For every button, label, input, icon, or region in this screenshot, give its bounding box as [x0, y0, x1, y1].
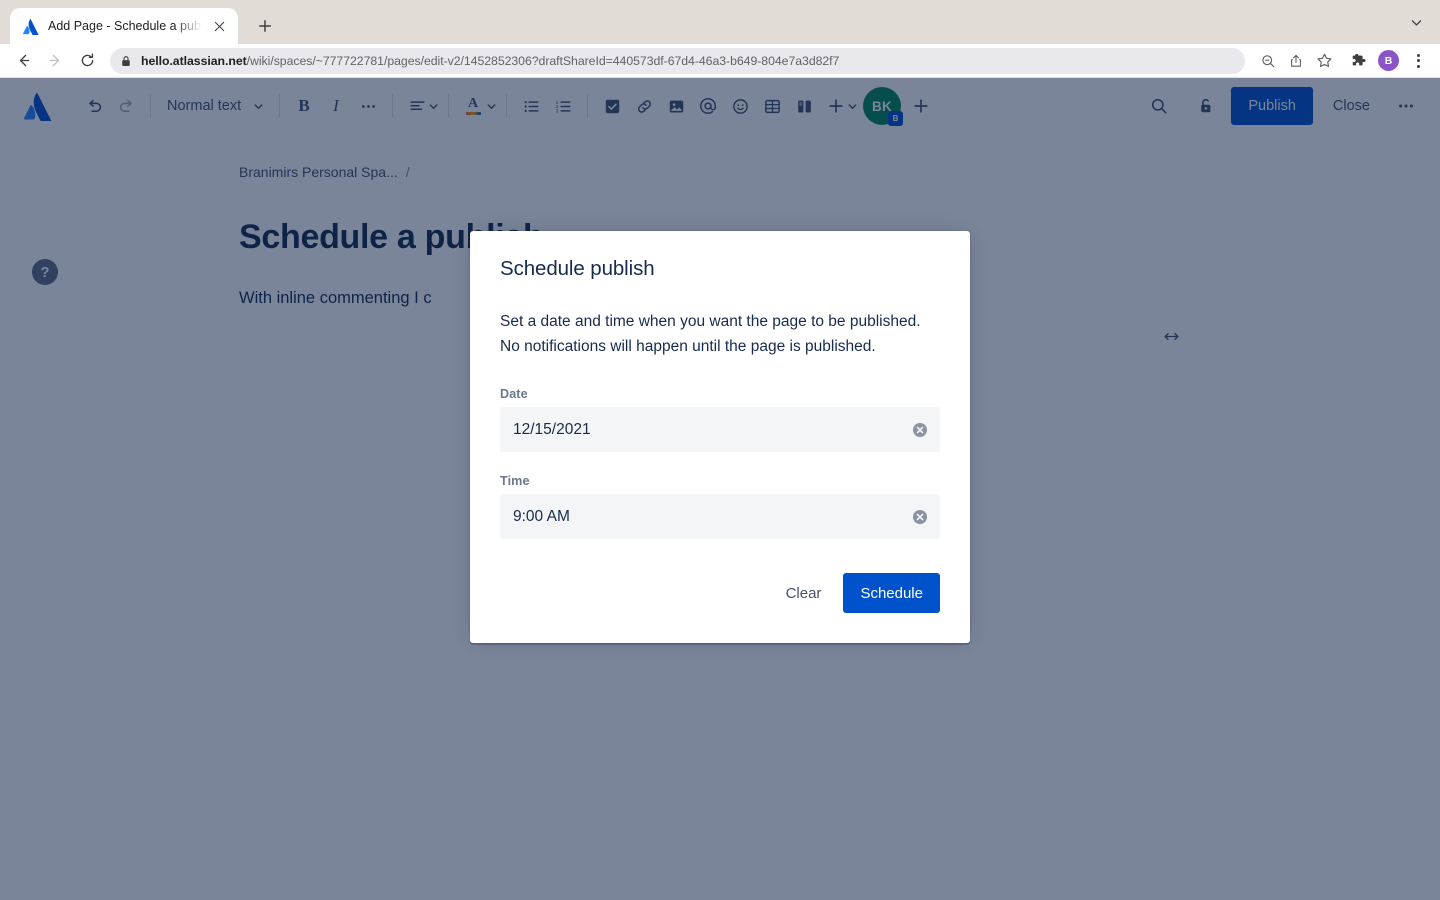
zoom-search-icon[interactable]: [1255, 48, 1281, 74]
dialog-title: Schedule publish: [500, 257, 655, 280]
date-input[interactable]: 12/15/2021: [500, 407, 940, 453]
lock-icon: [121, 55, 132, 67]
star-icon[interactable]: [1311, 48, 1337, 74]
date-input-value: 12/15/2021: [513, 420, 591, 438]
browser-toolbar: hello.atlassian.net/wiki/spaces/~7777227…: [0, 44, 1440, 78]
address-bar-text: hello.atlassian.net/wiki/spaces/~7777227…: [141, 54, 839, 68]
dialog-description: Set a date and time when you want the pa…: [500, 313, 921, 356]
confluence-editor: Normal text B I: [0, 78, 1440, 900]
address-bar-path: /wiki/spaces/~777722781/pages/edit-v2/14…: [246, 53, 840, 68]
browser-tab-strip: Add Page - Schedule a publish: [0, 0, 1440, 44]
new-tab-button[interactable]: [251, 12, 279, 40]
forward-button[interactable]: [40, 46, 70, 76]
schedule-button[interactable]: Schedule: [843, 573, 940, 614]
schedule-publish-dialog: Schedule publish Set a date and time whe…: [470, 231, 970, 644]
date-field-label: Date: [500, 387, 528, 402]
date-clear-icon[interactable]: [911, 421, 928, 438]
close-icon[interactable]: [211, 18, 228, 35]
reload-button[interactable]: [72, 46, 102, 76]
browser-tab[interactable]: Add Page - Schedule a publish: [10, 8, 238, 44]
browser-action-icons: B: [1255, 48, 1430, 74]
time-input-value: 9:00 AM: [513, 507, 570, 525]
address-bar[interactable]: hello.atlassian.net/wiki/spaces/~7777227…: [110, 47, 1245, 74]
browser-profile-avatar[interactable]: B: [1378, 50, 1399, 71]
browser-tab-title: Add Page - Schedule a publish: [48, 19, 202, 33]
time-clear-icon[interactable]: [911, 508, 928, 525]
time-field-group: Time 9:00 AM: [500, 474, 940, 540]
time-field-label: Time: [500, 474, 530, 489]
puzzle-piece-icon[interactable]: [1345, 48, 1371, 74]
chevron-down-icon[interactable]: [1406, 12, 1426, 32]
dialog-actions: Clear Schedule: [500, 573, 940, 614]
date-field-group: Date 12/15/2021: [500, 387, 940, 453]
browser-window: Add Page - Schedule a publish: [0, 0, 1440, 900]
address-bar-domain: hello.atlassian.net: [141, 53, 247, 68]
share-upload-icon[interactable]: [1283, 48, 1309, 74]
kebab-menu-icon[interactable]: [1406, 48, 1430, 74]
atlassian-favicon-icon: [22, 18, 39, 35]
clear-button[interactable]: Clear: [772, 573, 836, 613]
time-input[interactable]: 9:00 AM: [500, 494, 940, 540]
back-button[interactable]: [8, 46, 38, 76]
